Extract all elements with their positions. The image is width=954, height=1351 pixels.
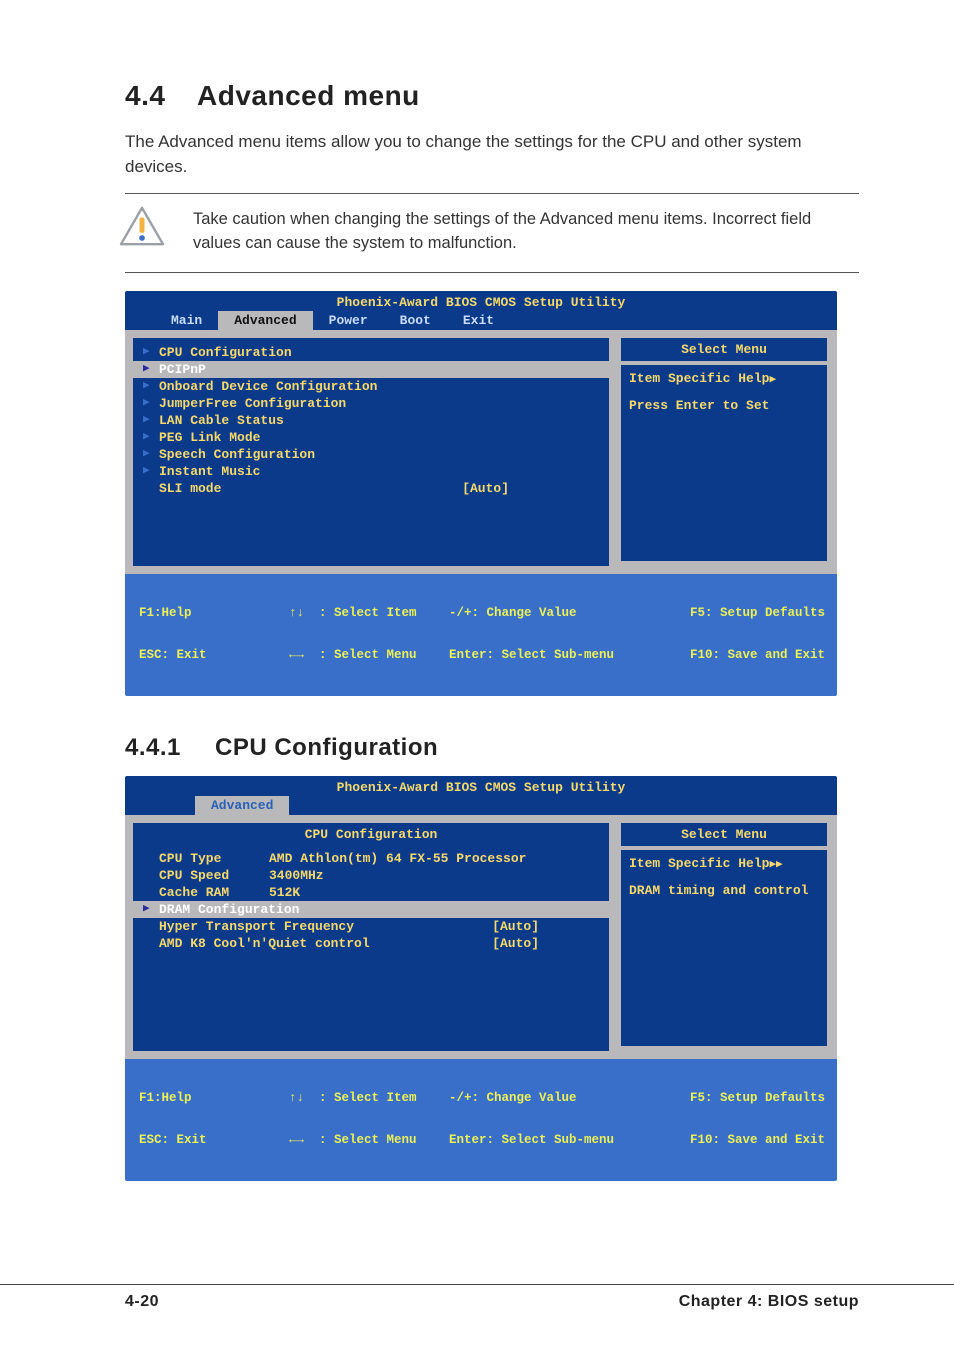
section-heading: 4.4Advanced menu (125, 80, 859, 112)
row-hyper-transport[interactable]: Hyper Transport Frequency[Auto] (143, 918, 599, 935)
bios-tab-exit[interactable]: Exit (447, 311, 510, 330)
help-title: Item Specific Help (629, 371, 769, 386)
hint-f1: F1:Help (139, 1091, 289, 1105)
hint-f1: F1:Help (139, 606, 289, 620)
menu-item-lan-cable[interactable]: ▶LAN Cable Status (143, 412, 599, 429)
row-cpu-type: CPU TypeAMD Athlon(tm) 64 FX-55 Processo… (143, 850, 599, 867)
select-menu-header: Select Menu (621, 823, 827, 846)
arrow-updown-icon: ↑↓ (289, 1091, 319, 1105)
subsection-name: CPU Configuration (215, 734, 438, 761)
hint-f10: F10: Save and Exit (649, 648, 825, 662)
page-number: 4-20 (125, 1293, 159, 1311)
hint-f10: F10: Save and Exit (649, 1133, 825, 1147)
divider (125, 272, 859, 273)
bios-footer: F1:Help ESC: Exit ↑↓ : Select Item ←→ : … (125, 1059, 837, 1181)
bios-tab-boot[interactable]: Boot (384, 311, 447, 330)
cpu-config-header: CPU Configuration (133, 823, 609, 846)
help-panel: Item Specific Help▶ Press Enter to Set (621, 365, 827, 561)
arrow-leftright-icon: ←→ (289, 1133, 319, 1147)
row-cpu-speed: CPU Speed3400MHz (143, 867, 599, 884)
row-cache-ram: Cache RAM512K (143, 884, 599, 901)
subsection-number: 4.4.1 (125, 734, 215, 762)
bios-tab-advanced[interactable]: Advanced (195, 796, 289, 815)
caution-icon (119, 206, 165, 248)
help-panel: Item Specific Help▶▶ DRAM timing and con… (621, 850, 827, 1046)
row-dram-configuration[interactable]: ▶DRAM Configuration (133, 901, 609, 918)
hint-select-menu: : Select Menu (319, 1133, 417, 1147)
menu-item-instant-music[interactable]: ▶Instant Music (143, 463, 599, 480)
menu-item-jumperfree[interactable]: ▶JumperFree Configuration (143, 395, 599, 412)
bios-menubar: Main Advanced Power Boot Exit (125, 310, 837, 330)
help-body: DRAM timing and control (629, 883, 808, 898)
caution-text: Take caution when changing the settings … (193, 206, 859, 256)
menu-item-speech[interactable]: ▶Speech Configuration (143, 446, 599, 463)
hint-f5: F5: Setup Defaults (649, 606, 825, 620)
help-body: Press Enter to Set (629, 398, 769, 413)
arrow-updown-icon: ↑↓ (289, 606, 319, 620)
hint-enter-submenu: Enter: Select Sub-menu (449, 648, 649, 662)
bios-tab-advanced[interactable]: Advanced (218, 311, 312, 330)
menu-item-peg-link[interactable]: ▶PEG Link Mode (143, 429, 599, 446)
menu-item-cpu-configuration[interactable]: ▶CPU Configuration (143, 344, 599, 361)
menu-item-onboard-device[interactable]: ▶Onboard Device Configuration (143, 378, 599, 395)
hint-enter-submenu: Enter: Select Sub-menu (449, 1133, 649, 1147)
hint-esc: ESC: Exit (139, 1133, 289, 1147)
section-number: 4.4 (125, 80, 197, 112)
bios-tab-main[interactable]: Main (155, 311, 218, 330)
arrow-leftright-icon: ←→ (289, 648, 319, 662)
intro-paragraph: The Advanced menu items allow you to cha… (125, 130, 859, 179)
divider (125, 193, 859, 194)
row-amd-coolnquiet[interactable]: AMD K8 Cool'n'Quiet control[Auto] (143, 935, 599, 952)
chapter-label: Chapter 4: BIOS setup (679, 1293, 859, 1311)
help-arrow-icon: ▶ (769, 374, 776, 386)
bios-screenshot-cpu-config: Phoenix-Award BIOS CMOS Setup Utility Ad… (125, 776, 837, 1181)
page-footer: 4-20 Chapter 4: BIOS setup (0, 1284, 954, 1311)
subsection-heading: 4.4.1CPU Configuration (125, 734, 859, 762)
hint-f5: F5: Setup Defaults (649, 1091, 825, 1105)
select-menu-header: Select Menu (621, 338, 827, 361)
help-double-arrow-icon: ▶▶ (769, 859, 782, 871)
hint-select-item: : Select Item (319, 606, 417, 620)
hint-change-value: -/+: Change Value (449, 1091, 649, 1105)
caution-block: Take caution when changing the settings … (119, 202, 859, 266)
hint-change-value: -/+: Change Value (449, 606, 649, 620)
bios-screenshot-advanced: Phoenix-Award BIOS CMOS Setup Utility Ma… (125, 291, 837, 696)
bios-tab-power[interactable]: Power (313, 311, 384, 330)
menu-item-sli-mode[interactable]: ▶SLI mode[Auto] (143, 480, 599, 497)
hint-select-menu: : Select Menu (319, 648, 417, 662)
hint-esc: ESC: Exit (139, 648, 289, 662)
section-name: Advanced menu (197, 80, 420, 111)
bios-title: Phoenix-Award BIOS CMOS Setup Utility (125, 291, 837, 310)
bios-footer: F1:Help ESC: Exit ↑↓ : Select Item ←→ : … (125, 574, 837, 696)
bios-menubar: Advanced (125, 795, 837, 815)
bios-title: Phoenix-Award BIOS CMOS Setup Utility (125, 776, 837, 795)
hint-select-item: : Select Item (319, 1091, 417, 1105)
help-title: Item Specific Help (629, 856, 769, 871)
menu-item-pcipnp[interactable]: ▶PCIPnP (133, 361, 609, 378)
